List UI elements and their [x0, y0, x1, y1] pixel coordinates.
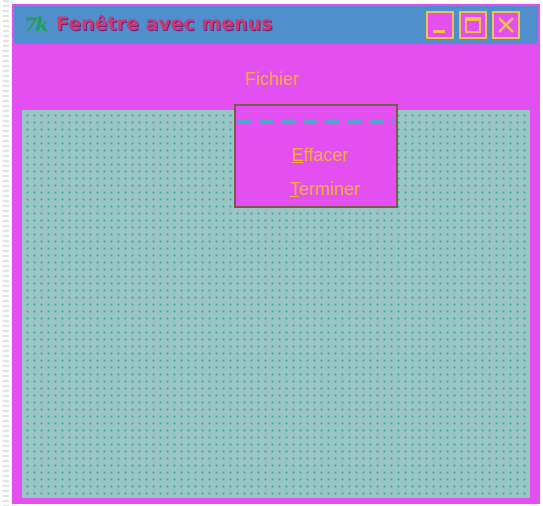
minimize-icon: [433, 30, 445, 33]
menu-bar: Fichier: [14, 44, 538, 110]
close-button[interactable]: [492, 11, 520, 39]
close-icon: [498, 17, 514, 33]
maximize-icon: [465, 17, 481, 33]
background-text-lines: [3, 0, 9, 506]
main-window: 7k Fenêtre avec menus Fichier Effacer Te: [12, 4, 540, 504]
menu-fichier[interactable]: Fichier: [245, 68, 299, 90]
window-title: Fenêtre avec menus: [56, 13, 273, 35]
fichier-dropdown-menu: Effacer Terminer: [234, 104, 398, 208]
tk-feather-icon[interactable]: 7k: [24, 13, 54, 37]
screen: 7k Fenêtre avec menus Fichier Effacer Te: [0, 0, 543, 506]
tearoff-line[interactable]: [238, 120, 394, 123]
minimize-button[interactable]: [426, 11, 454, 39]
menu-item-effacer[interactable]: Effacer: [236, 144, 396, 166]
maximize-button[interactable]: [459, 11, 487, 39]
menu-item-terminer[interactable]: Terminer: [236, 178, 396, 200]
title-bar[interactable]: 7k Fenêtre avec menus: [14, 6, 538, 44]
